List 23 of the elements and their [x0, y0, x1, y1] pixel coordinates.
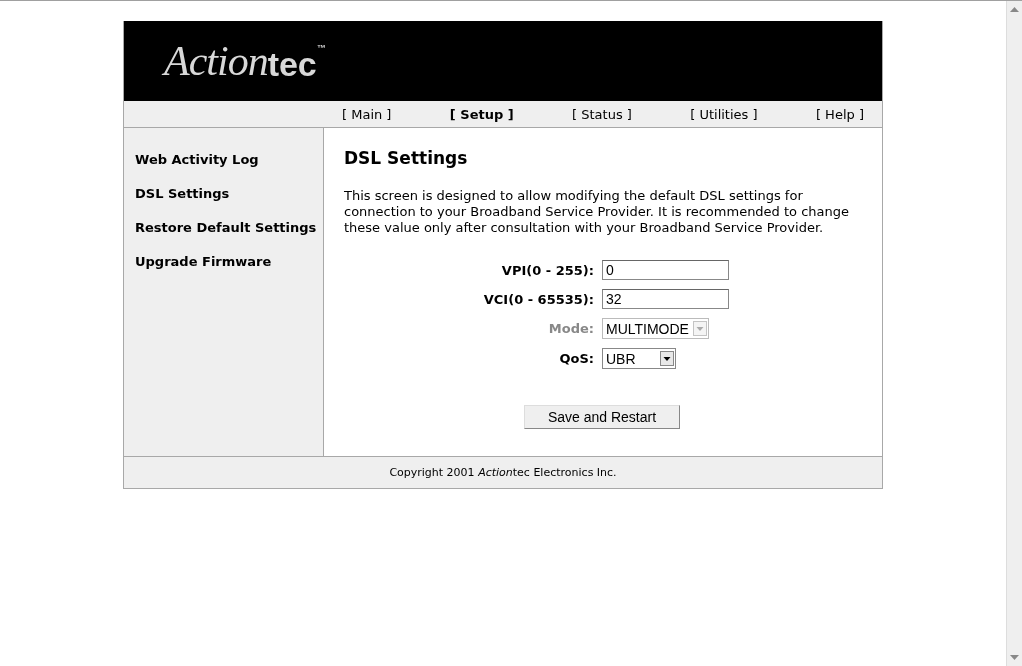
- nav-link[interactable]: [ Setup ]: [449, 106, 514, 122]
- field-label: VCI(0 - 65535):: [483, 291, 594, 307]
- page-title: DSL Settings: [344, 148, 469, 168]
- sidebar-link[interactable]: DSL Settings: [135, 186, 323, 201]
- field-label: QoS:: [559, 351, 594, 366]
- field-label: Mode:: [548, 321, 594, 336]
- nav-link[interactable]: [ Status ]: [572, 106, 632, 122]
- copyright-text: Copyright 2001 Actiontec Electronics Inc.: [389, 466, 617, 479]
- nav-link[interactable]: [ Help ]: [815, 106, 864, 122]
- sidebar-link[interactable]: Upgrade Firmware: [135, 254, 323, 269]
- field-label: VPI(0 - 255):: [501, 262, 594, 278]
- description-text: This screen is designed to allow modifying the default DSL settings for connection to your Broadband Service Provider. It is recommended to change these value only after consultation with your Broadband Service Provider.: [344, 188, 851, 236]
- sidebar-link[interactable]: Restore Default Settings: [135, 220, 323, 235]
- input-field[interactable]: 32: [602, 289, 729, 309]
- sidebar-link[interactable]: Web Activity Log: [135, 152, 323, 167]
- scrollbar[interactable]: [1006, 1, 1022, 666]
- nav-link[interactable]: [ Utilities ]: [690, 106, 758, 122]
- save-restart-button[interactable]: Save and Restart: [524, 405, 680, 429]
- scroll-down-icon[interactable]: [1010, 655, 1019, 660]
- dropdown[interactable]: UBR: [602, 348, 676, 369]
- scroll-up-icon[interactable]: [1010, 7, 1019, 12]
- input-field[interactable]: 0: [602, 260, 729, 280]
- nav-link[interactable]: [ Main ]: [342, 106, 392, 122]
